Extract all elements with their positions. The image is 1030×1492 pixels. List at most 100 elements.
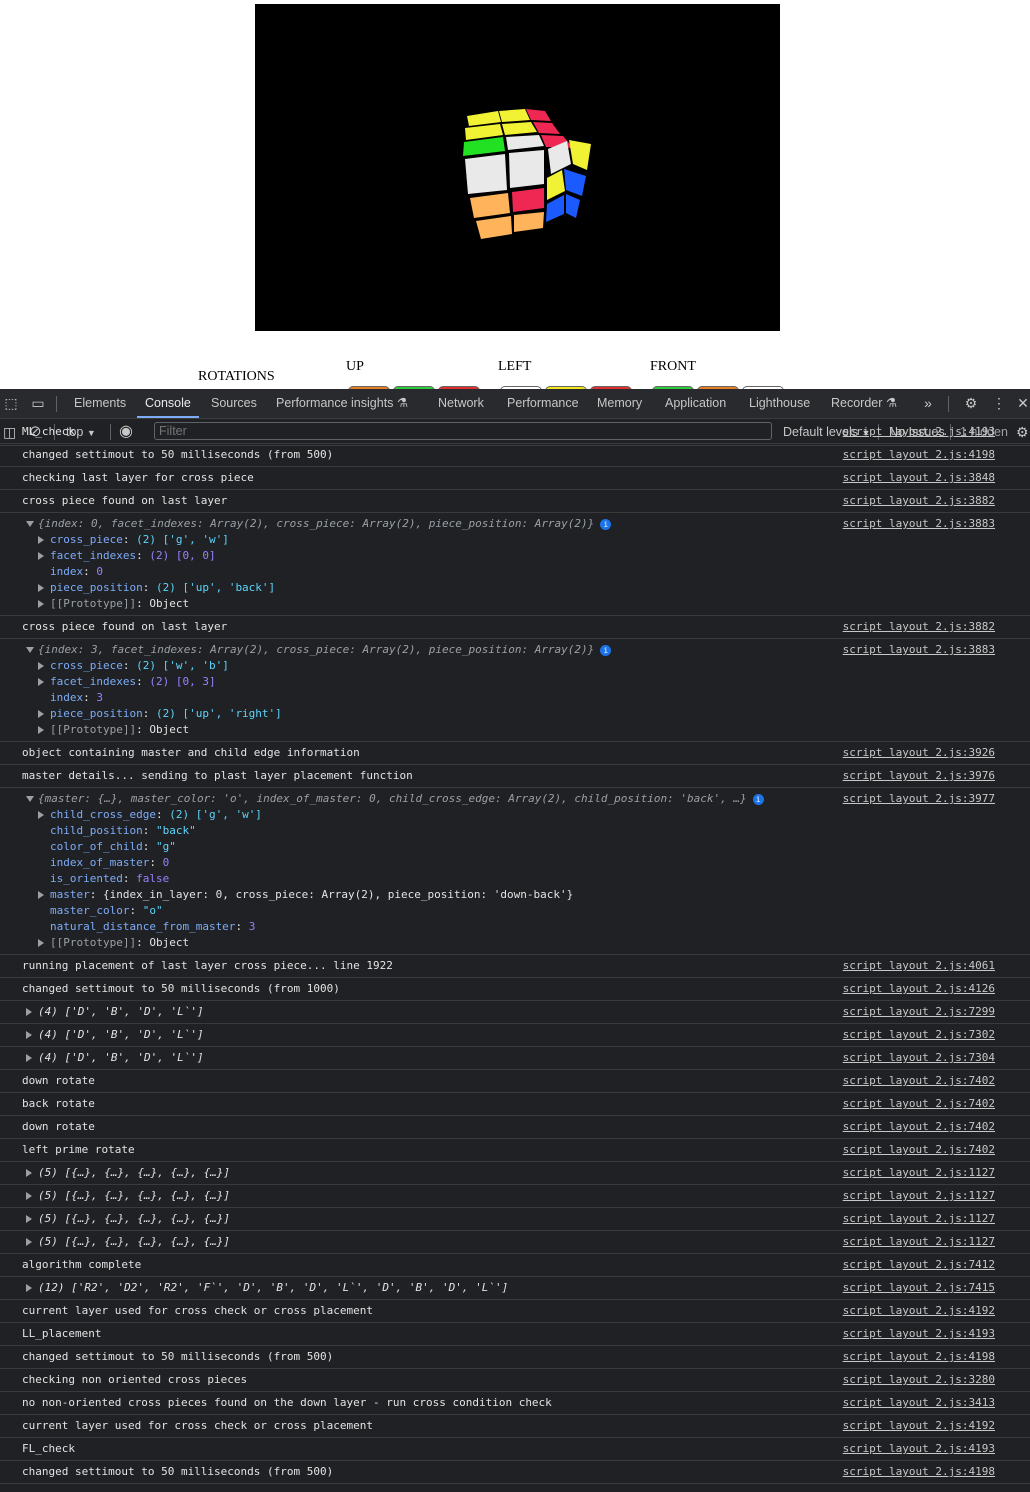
expand-caret-icon[interactable] xyxy=(26,1191,32,1200)
expand-caret-icon[interactable] xyxy=(38,810,44,819)
close-icon[interactable]: ✕ xyxy=(1015,395,1030,411)
expand-caret-icon[interactable] xyxy=(38,725,44,734)
object-property[interactable]: [[Prototype]]: Object xyxy=(0,935,1030,951)
source-link[interactable]: script layout 2.js:3882 xyxy=(843,619,995,635)
property-value: (2) ['w', 'b'] xyxy=(136,659,229,672)
source-link[interactable]: script layout 2.js:1127 xyxy=(843,1188,995,1204)
object-summary[interactable]: {index: 3, facet_indexes: Array(2), cros… xyxy=(0,643,612,656)
info-icon[interactable]: i xyxy=(600,644,612,656)
property-key: natural_distance_from_master xyxy=(50,920,236,933)
property-key: is_oriented xyxy=(50,872,123,885)
tab-lighthouse[interactable]: Lighthouse xyxy=(749,389,810,418)
object-property[interactable]: child_cross_edge: (2) ['g', 'w'] xyxy=(0,807,1030,823)
source-link[interactable]: script layout 2.js:1127 xyxy=(843,1165,995,1181)
source-link[interactable]: script layout 2.js:3413 xyxy=(843,1395,995,1411)
source-link[interactable]: script layout 2.js:4061 xyxy=(843,958,995,974)
expanded-caret-icon[interactable] xyxy=(26,520,34,527)
expand-caret-icon[interactable] xyxy=(38,583,44,592)
expand-caret-icon[interactable] xyxy=(38,599,44,608)
inspect-element-icon[interactable]: ⬚ xyxy=(3,395,19,411)
more-tabs-icon[interactable]: » xyxy=(920,395,936,411)
source-link[interactable]: script layout 2.js:4198 xyxy=(843,1349,995,1365)
property-value: Object xyxy=(149,936,190,949)
object-summary[interactable]: {index: 0, facet_indexes: Array(2), cros… xyxy=(0,517,612,530)
object-property[interactable]: facet_indexes: (2) [0, 3] xyxy=(0,674,1030,690)
source-link[interactable]: script layout 2.js:4192 xyxy=(843,1303,995,1319)
source-link[interactable]: script layout 2.js:7304 xyxy=(843,1050,995,1066)
source-link[interactable]: script layout 2.js:1127 xyxy=(843,1211,995,1227)
source-link[interactable]: script layout 2.js:4198 xyxy=(843,447,995,463)
object-property[interactable]: cross_piece: (2) ['w', 'b'] xyxy=(0,658,1030,674)
tab-application[interactable]: Application xyxy=(665,389,726,418)
source-link[interactable]: script layout 2.js:4192 xyxy=(843,1418,995,1434)
tab-sources[interactable]: Sources xyxy=(211,389,257,418)
object-summary-text: {index: 0, facet_indexes: Array(2), cros… xyxy=(38,517,595,530)
source-link[interactable]: script layout 2.js:3977 xyxy=(843,791,995,807)
expand-caret-icon[interactable] xyxy=(26,1214,32,1223)
expand-caret-icon[interactable] xyxy=(38,890,44,899)
object-property[interactable]: [[Prototype]]: Object xyxy=(0,596,1030,612)
object-property[interactable]: piece_position: (2) ['up', 'right'] xyxy=(0,706,1030,722)
expanded-caret-icon[interactable] xyxy=(26,646,34,653)
source-link[interactable]: script layout 2.js:4198 xyxy=(843,1464,995,1480)
expand-caret-icon[interactable] xyxy=(26,1007,32,1016)
object-property[interactable]: facet_indexes: (2) [0, 0] xyxy=(0,548,1030,564)
object-property[interactable]: cross_piece: (2) ['g', 'w'] xyxy=(0,532,1030,548)
more-options-icon[interactable]: ⋮ xyxy=(991,395,1007,411)
tab-recorder[interactable]: Recorder ⚗ xyxy=(831,389,897,418)
source-link[interactable]: script layout 2.js:3926 xyxy=(843,745,995,761)
expand-caret-icon[interactable] xyxy=(26,1237,32,1246)
source-link[interactable]: script layout 2.js:4193 xyxy=(843,1441,995,1457)
console-log: ML_check script layout 2.js:4193 changed s… xyxy=(0,425,1030,1484)
source-link[interactable]: script layout 2.js:7302 xyxy=(843,1027,995,1043)
cube-canvas[interactable] xyxy=(255,4,780,331)
tab-performance[interactable]: Performance xyxy=(507,389,579,418)
device-toolbar-icon[interactable]: ▭ xyxy=(30,395,46,411)
source-link[interactable]: script layout 2.js:3280 xyxy=(843,1372,995,1388)
message-text: left prime rotate xyxy=(22,1143,135,1156)
source-link[interactable]: script layout 2.js:7299 xyxy=(843,1004,995,1020)
tab-memory[interactable]: Memory xyxy=(597,389,642,418)
expand-caret-icon[interactable] xyxy=(26,1168,32,1177)
source-link[interactable]: script layout 2.js:7402 xyxy=(843,1142,995,1158)
source-link[interactable]: script layout 2.js:3976 xyxy=(843,768,995,784)
settings-gear-icon[interactable]: ⚙ xyxy=(963,395,979,411)
source-link[interactable]: script layout 2.js:4193 xyxy=(843,424,995,440)
expand-caret-icon[interactable] xyxy=(26,1283,32,1292)
object-summary[interactable]: {master: {…}, master_color: 'o', index_o… xyxy=(0,792,764,805)
source-link[interactable]: script layout 2.js:4193 xyxy=(843,1326,995,1342)
source-link[interactable]: script layout 2.js:7402 xyxy=(843,1096,995,1112)
source-link[interactable]: script layout 2.js:7412 xyxy=(843,1257,995,1273)
colon: : xyxy=(142,707,156,720)
expand-caret-icon[interactable] xyxy=(38,709,44,718)
source-link[interactable]: script layout 2.js:7402 xyxy=(843,1119,995,1135)
object-property[interactable]: piece_position: (2) ['up', 'back'] xyxy=(0,580,1030,596)
source-link[interactable]: script layout 2.js:3883 xyxy=(843,516,995,532)
expand-caret-icon[interactable] xyxy=(38,938,44,947)
source-link[interactable]: script layout 2.js:1127 xyxy=(843,1234,995,1250)
console-message: current layer used for cross check or cr… xyxy=(0,1415,1030,1438)
expanded-caret-icon[interactable] xyxy=(26,795,34,802)
info-icon[interactable]: i xyxy=(600,518,612,530)
object-property[interactable]: master: {index_in_layer: 0, cross_piece:… xyxy=(0,887,1030,903)
info-icon[interactable]: i xyxy=(752,793,764,805)
source-link[interactable]: script layout 2.js:3883 xyxy=(843,642,995,658)
tab-performance-insights[interactable]: Performance insights ⚗ xyxy=(276,389,408,418)
colon: : xyxy=(136,723,150,736)
expand-caret-icon[interactable] xyxy=(26,1030,32,1039)
expand-caret-icon[interactable] xyxy=(38,661,44,670)
console-message: running placement of last layer cross pi… xyxy=(0,955,1030,978)
expand-caret-icon[interactable] xyxy=(38,677,44,686)
tab-elements[interactable]: Elements xyxy=(74,389,126,418)
tab-network[interactable]: Network xyxy=(438,389,484,418)
expand-caret-icon[interactable] xyxy=(26,1053,32,1062)
source-link[interactable]: script layout 2.js:3882 xyxy=(843,493,995,509)
source-link[interactable]: script layout 2.js:7415 xyxy=(843,1280,995,1296)
source-link[interactable]: script layout 2.js:3848 xyxy=(843,470,995,486)
source-link[interactable]: script layout 2.js:4126 xyxy=(843,981,995,997)
object-property[interactable]: [[Prototype]]: Object xyxy=(0,722,1030,738)
tab-console[interactable]: Console xyxy=(137,389,199,418)
expand-caret-icon[interactable] xyxy=(38,551,44,560)
source-link[interactable]: script layout 2.js:7402 xyxy=(843,1073,995,1089)
expand-caret-icon[interactable] xyxy=(38,535,44,544)
